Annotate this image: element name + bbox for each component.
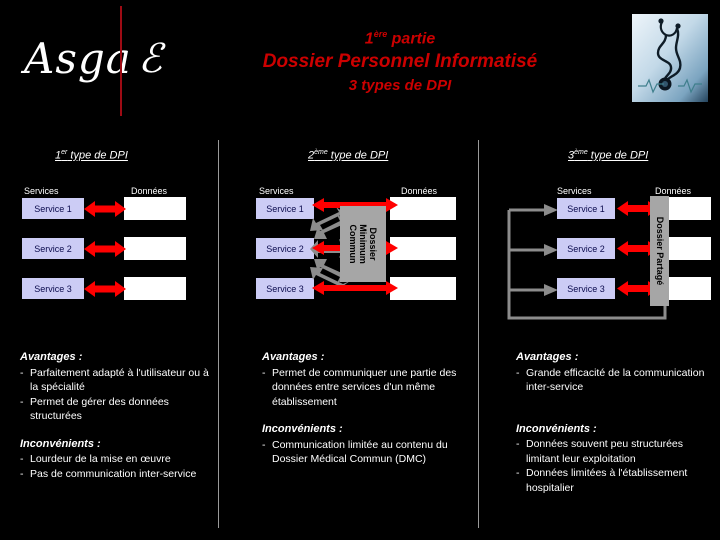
- c3-data-box-1: [669, 197, 711, 220]
- stethoscope-icon: [632, 14, 708, 102]
- list-item: Grande efficacité de la communication in…: [516, 366, 706, 395]
- c2-shared-line-3: Commun: [348, 224, 358, 264]
- c3-shared-record-label: Dossier Partagé: [654, 216, 665, 286]
- c3-text-gap: [516, 395, 706, 422]
- column-2-title-rest: type de DPI: [327, 149, 389, 162]
- column-1-header-services: Services: [24, 186, 59, 196]
- column-2-header-donnees: Données: [401, 186, 438, 196]
- page-title: Dossier Personnel Informatisé: [262, 51, 538, 73]
- column-2-title: 2ème type de DPI: [308, 149, 388, 162]
- c3-data-box-2: [669, 237, 711, 260]
- list-item: Données limitées à l'établissement hospi…: [516, 466, 706, 495]
- c2-drawbacks-list: Communication limitée au contenu du Doss…: [262, 438, 457, 467]
- c1-data-box-2: [124, 237, 186, 260]
- column-3-header-donnees: Données: [655, 186, 692, 196]
- list-item: Permet de communiquer une partie des don…: [262, 366, 457, 410]
- c3-drawbacks-label: Inconvénients :: [516, 422, 597, 435]
- c3-advantages-list: Grande efficacité de la communication in…: [516, 366, 706, 395]
- c3-data-box-3: [669, 277, 711, 300]
- column-divider-1: [218, 140, 219, 528]
- c1-drawbacks-list: Lourdeur de la mise en œuvre Pas de comm…: [20, 452, 210, 481]
- c1-service-box-1[interactable]: Service 1: [22, 198, 84, 219]
- c3-service-box-3[interactable]: Service 3: [557, 278, 615, 299]
- c2-advantages-label: Avantages :: [262, 351, 325, 363]
- page-subtitle: 3 types de DPI: [348, 77, 452, 95]
- c3-shared-record-box: Dossier Partagé: [650, 196, 669, 306]
- column-3-title: 3ème type de DPI: [568, 149, 648, 162]
- column-3-text: Avantages : Grande efficacité de la comm…: [516, 350, 706, 495]
- c1-service-box-2[interactable]: Service 2: [22, 238, 84, 259]
- column-2-title-ordinal: ème: [314, 149, 328, 156]
- c1-service-box-3[interactable]: Service 3: [22, 278, 84, 299]
- c2-advantages-list: Permet de communiquer une partie des don…: [262, 366, 457, 410]
- column-2-header-services: Services: [259, 186, 294, 196]
- list-item: Permet de gérer des données structurées: [20, 395, 210, 424]
- list-item: Données souvent peu structurées limitant…: [516, 437, 706, 466]
- title-block: 1ère partie Dossier Personnel Informatis…: [190, 24, 610, 95]
- c2-data-box-1: [390, 197, 456, 220]
- column-1-title-rest: type de DPI: [67, 149, 128, 162]
- column-1-text: Avantages : Parfaitement adapté à l'util…: [20, 350, 210, 481]
- part-word: partie: [387, 30, 436, 48]
- c1-arrow-1: [84, 201, 126, 217]
- c1-data-box-1: [124, 197, 186, 220]
- c2-shared-record-box: Dossier Minimum Commun: [340, 206, 386, 282]
- list-item: Pas de communication inter-service: [20, 467, 210, 482]
- slide-header: Asga ℰ 1ère partie Dossier Personnel Inf…: [0, 0, 720, 122]
- column-3-title-rest: type de DPI: [587, 149, 649, 162]
- c3-service-box-1[interactable]: Service 1: [557, 198, 615, 219]
- c2-shared-line-1: Dossier: [368, 227, 378, 261]
- c1-drawbacks-label: Inconvénients :: [20, 437, 101, 450]
- part-ordinal-suffix: ère: [373, 29, 388, 39]
- stethoscope-photo: [632, 14, 708, 102]
- logo-divider: [120, 6, 122, 116]
- c2-drawbacks-label: Inconvénients :: [262, 423, 343, 435]
- list-item: Lourdeur de la mise en œuvre: [20, 452, 210, 467]
- c3-advantages-label: Avantages :: [516, 351, 579, 363]
- column-3-header-services: Services: [557, 186, 592, 196]
- column-3-title-ordinal: ème: [574, 149, 588, 156]
- c2-shared-record-label: Dossier Minimum Commun: [348, 224, 378, 264]
- c2-text-gap: [262, 409, 457, 422]
- c2-data-box-2: [390, 237, 456, 260]
- c1-data-box-3: [124, 277, 186, 300]
- column-divider-2: [478, 140, 479, 528]
- slide-root: Asga ℰ 1ère partie Dossier Personnel Inf…: [0, 0, 720, 540]
- c1-arrow-3: [84, 281, 126, 297]
- column-1-header-donnees: Données: [131, 186, 168, 196]
- c2-shared-line-2: Minimum: [358, 224, 368, 264]
- list-item: Parfaitement adapté à l'utilisateur ou à…: [20, 366, 210, 395]
- c3-service-box-2[interactable]: Service 2: [557, 238, 615, 259]
- list-item: Communication limitée au contenu du Doss…: [262, 438, 457, 467]
- c1-advantages-label: Avantages :: [20, 351, 83, 363]
- part-number: 1: [364, 30, 374, 48]
- column-1-title: 1er type de DPI: [55, 149, 128, 162]
- logo-asga-text: Asga: [24, 34, 132, 83]
- c2-data-box-3: [390, 277, 456, 300]
- part-line: 1ère partie: [190, 24, 610, 49]
- c2-arrow-3: [312, 281, 398, 295]
- c3-drawbacks-list: Données souvent peu structurées limitant…: [516, 437, 706, 495]
- logo-mark-glyph: ℰ: [138, 36, 163, 82]
- c1-advantages-list: Parfaitement adapté à l'utilisateur ou à…: [20, 366, 210, 424]
- column-2-text: Avantages : Permet de communiquer une pa…: [262, 350, 457, 467]
- c1-text-gap: [20, 424, 210, 437]
- c1-arrow-2: [84, 241, 126, 257]
